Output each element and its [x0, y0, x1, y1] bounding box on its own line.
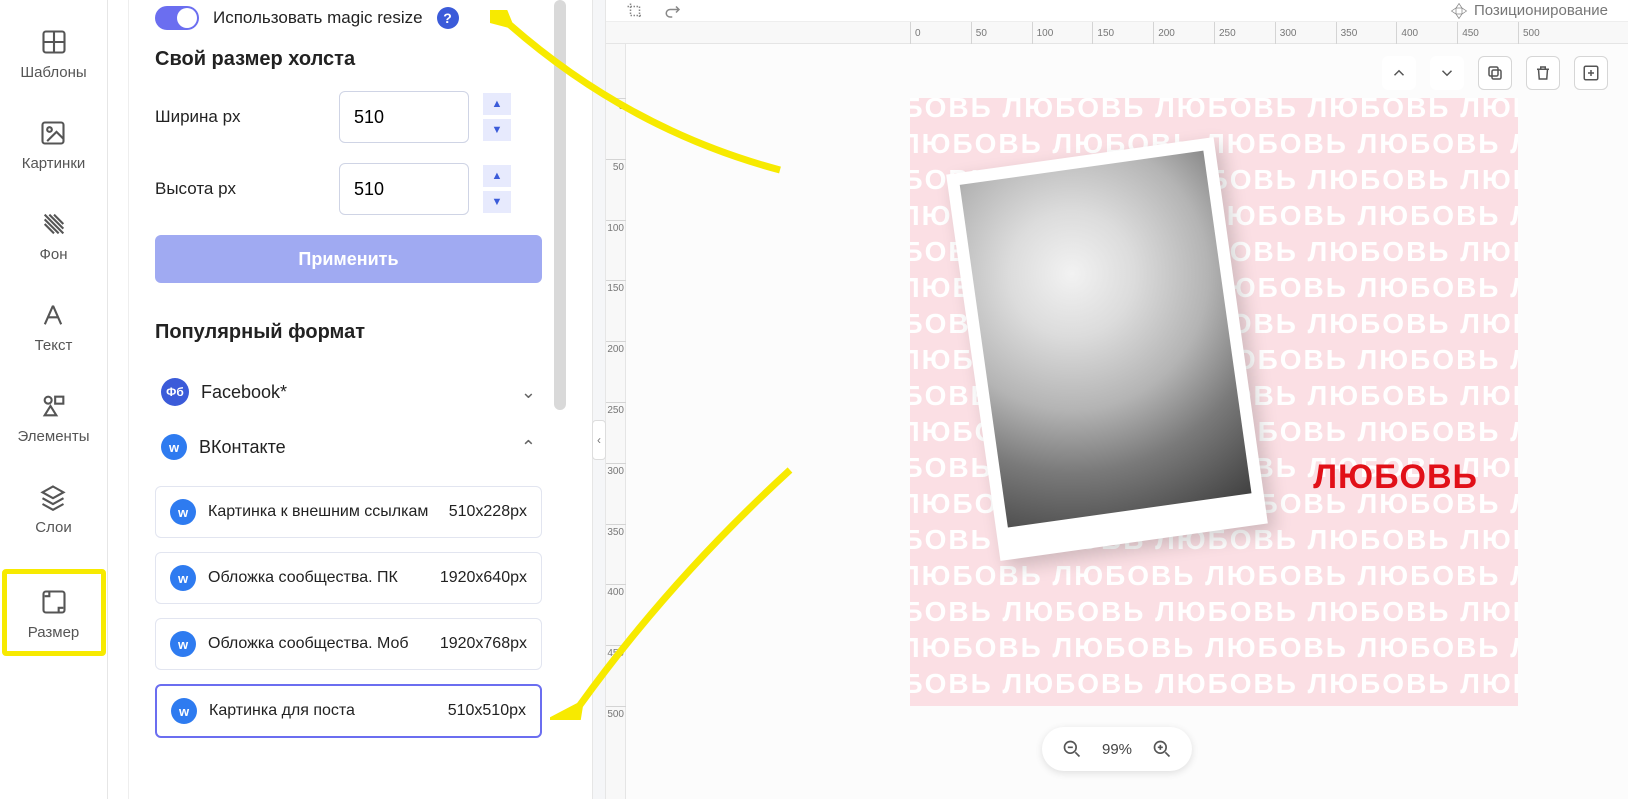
popular-format-title: Популярный формат [155, 321, 542, 344]
preset-vk-cover-desktop[interactable]: w Обложка сообщества. ПК 1920x640px [155, 552, 542, 604]
nav-label: Слои [35, 519, 71, 536]
preset-size: 510x228px [449, 503, 527, 521]
panel-scrollbar[interactable] [554, 0, 566, 410]
bg-word-row: ЛЮБОВЬ ЛЮБОВЬ ЛЮБОВЬ ЛЮБОВЬ ЛЮБОВЬ ЛЮБОВ… [910, 704, 1518, 706]
vk-badge-icon: w [170, 631, 196, 657]
vk-badge-icon: w [171, 698, 197, 724]
panel-divider [592, 0, 606, 799]
vk-badge-icon: w [161, 434, 187, 460]
canvas[interactable]: ЛЮБОВЬ ЛЮБОВЬ ЛЮБОВЬ ЛЮБОВЬ ЛЮБОВЬ ЛЮБОВ… [910, 98, 1518, 706]
width-spinner: ▲ ▼ [483, 93, 511, 141]
height-label: Высота px [155, 179, 325, 199]
magic-resize-label: Использовать magic resize [213, 8, 423, 28]
facebook-badge-icon: Фб [161, 378, 189, 406]
size-icon [40, 588, 68, 616]
bg-word-row: ЛЮБОВЬ ЛЮБОВЬ ЛЮБОВЬ ЛЮБОВЬ ЛЮБОВЬ ЛЮБОВ… [910, 560, 1518, 592]
nav-background[interactable]: Фон [39, 210, 67, 263]
nav-templates[interactable]: Шаблоны [20, 28, 86, 81]
nav-label: Картинки [22, 155, 86, 172]
help-icon[interactable]: ? [437, 7, 459, 29]
photo-content [960, 151, 1252, 528]
ruler-horizontal: 050100150200250300350400450500 [606, 22, 1628, 44]
collapse-panel-button[interactable]: ‹ [592, 420, 606, 460]
vk-badge-icon: w [170, 565, 196, 591]
format-group-vkontakte[interactable]: w ВКонтакте ⌃ [155, 420, 542, 474]
zoom-bar: 99% [1042, 727, 1192, 771]
top-toolbar: Позиционирование [606, 0, 1628, 22]
preset-name: Картинка к внешним ссылкам [208, 502, 437, 522]
preset-vk-post-image[interactable]: w Картинка для поста 510x510px [155, 684, 542, 738]
format-group-facebook[interactable]: Фб Facebook* ⌄ [155, 364, 542, 420]
add-page-button[interactable] [1574, 56, 1608, 90]
bg-word-row: ЛЮБОВЬ ЛЮБОВЬ ЛЮБОВЬ ЛЮБОВЬ ЛЮБОВЬ ЛЮБОВ… [910, 98, 1518, 124]
bg-word-row: ЛЮБОВЬ ЛЮБОВЬ ЛЮБОВЬ ЛЮБОВЬ ЛЮБОВЬ ЛЮБОВ… [910, 632, 1518, 664]
positioning-button[interactable]: Позиционирование [1450, 2, 1608, 20]
nav-label: Фон [39, 246, 67, 263]
copy-page-button[interactable] [1478, 56, 1512, 90]
nav-label: Размер [28, 624, 80, 641]
templates-icon [40, 28, 68, 56]
nav-size[interactable]: Размер [2, 569, 106, 656]
apply-button[interactable]: Применить [155, 235, 542, 283]
zoom-in-button[interactable] [1148, 735, 1176, 763]
height-input[interactable] [339, 163, 469, 215]
height-row: Высота px ▲ ▼ [155, 163, 542, 215]
custom-size-title: Свой размер холста [155, 48, 542, 71]
width-decrease-button[interactable]: ▼ [483, 119, 511, 141]
positioning-label: Позиционирование [1474, 2, 1608, 19]
left-nav: Шаблоны Картинки Фон Текст Элементы Слои… [0, 0, 108, 799]
headline-text[interactable]: ЛЮБОВЬ [1313, 458, 1478, 497]
preset-list: w Картинка к внешним ссылкам 510x228px w… [155, 486, 542, 738]
page-down-button[interactable] [1430, 56, 1464, 90]
magic-resize-row: Использовать magic resize ? [155, 0, 542, 48]
preset-name: Обложка сообщества. ПК [208, 568, 428, 588]
elements-icon [40, 392, 68, 420]
nav-label: Шаблоны [20, 64, 86, 81]
width-label: Ширина px [155, 107, 325, 127]
page-up-button[interactable] [1382, 56, 1416, 90]
preset-vk-cover-mobile[interactable]: w Обложка сообщества. Моб 1920x768px [155, 618, 542, 670]
width-input[interactable] [339, 91, 469, 143]
width-increase-button[interactable]: ▲ [483, 93, 511, 115]
nav-layers[interactable]: Слои [35, 483, 71, 536]
preset-name: Картинка для поста [209, 701, 436, 721]
zoom-value: 99% [1102, 741, 1132, 758]
chevron-up-icon: ⌃ [521, 437, 536, 458]
height-decrease-button[interactable]: ▼ [483, 191, 511, 213]
layers-icon [39, 483, 67, 511]
nav-text[interactable]: Текст [35, 301, 73, 354]
format-group-label: ВКонтакте [199, 437, 286, 458]
crop-icon[interactable] [626, 2, 644, 20]
bg-word-row: ЛЮБОВЬ ЛЮБОВЬ ЛЮБОВЬ ЛЮБОВЬ ЛЮБОВЬ ЛЮБОВ… [910, 668, 1518, 700]
height-increase-button[interactable]: ▲ [483, 165, 511, 187]
text-icon [39, 301, 67, 329]
vk-badge-icon: w [170, 499, 196, 525]
height-spinner: ▲ ▼ [483, 165, 511, 213]
width-row: Ширина px ▲ ▼ [155, 91, 542, 143]
background-icon [40, 210, 68, 238]
redo-icon[interactable] [664, 2, 682, 20]
polaroid-photo[interactable] [946, 137, 1268, 561]
preset-size: 1920x768px [440, 635, 527, 653]
preset-size: 1920x640px [440, 569, 527, 587]
zoom-out-button[interactable] [1058, 735, 1086, 763]
delete-page-button[interactable] [1526, 56, 1560, 90]
preset-name: Обложка сообщества. Моб [208, 634, 428, 654]
images-icon [39, 119, 67, 147]
nav-elements[interactable]: Элементы [18, 392, 90, 445]
ruler-vertical: 050100150200250300350400450500 [606, 44, 626, 799]
size-panel: Использовать magic resize ? Свой размер … [128, 0, 568, 799]
bg-word-row: ЛЮБОВЬ ЛЮБОВЬ ЛЮБОВЬ ЛЮБОВЬ ЛЮБОВЬ ЛЮБОВ… [910, 596, 1518, 628]
nav-images[interactable]: Картинки [22, 119, 86, 172]
nav-label: Текст [35, 337, 73, 354]
chevron-down-icon: ⌄ [521, 382, 536, 403]
preset-vk-external-link[interactable]: w Картинка к внешним ссылкам 510x228px [155, 486, 542, 538]
magic-resize-toggle[interactable] [155, 6, 199, 30]
format-group-label: Facebook* [201, 382, 287, 403]
nav-label: Элементы [18, 428, 90, 445]
page-actions [1382, 56, 1608, 90]
workspace: Позиционирование 05010015020025030035040… [606, 0, 1628, 799]
preset-size: 510x510px [448, 702, 526, 720]
